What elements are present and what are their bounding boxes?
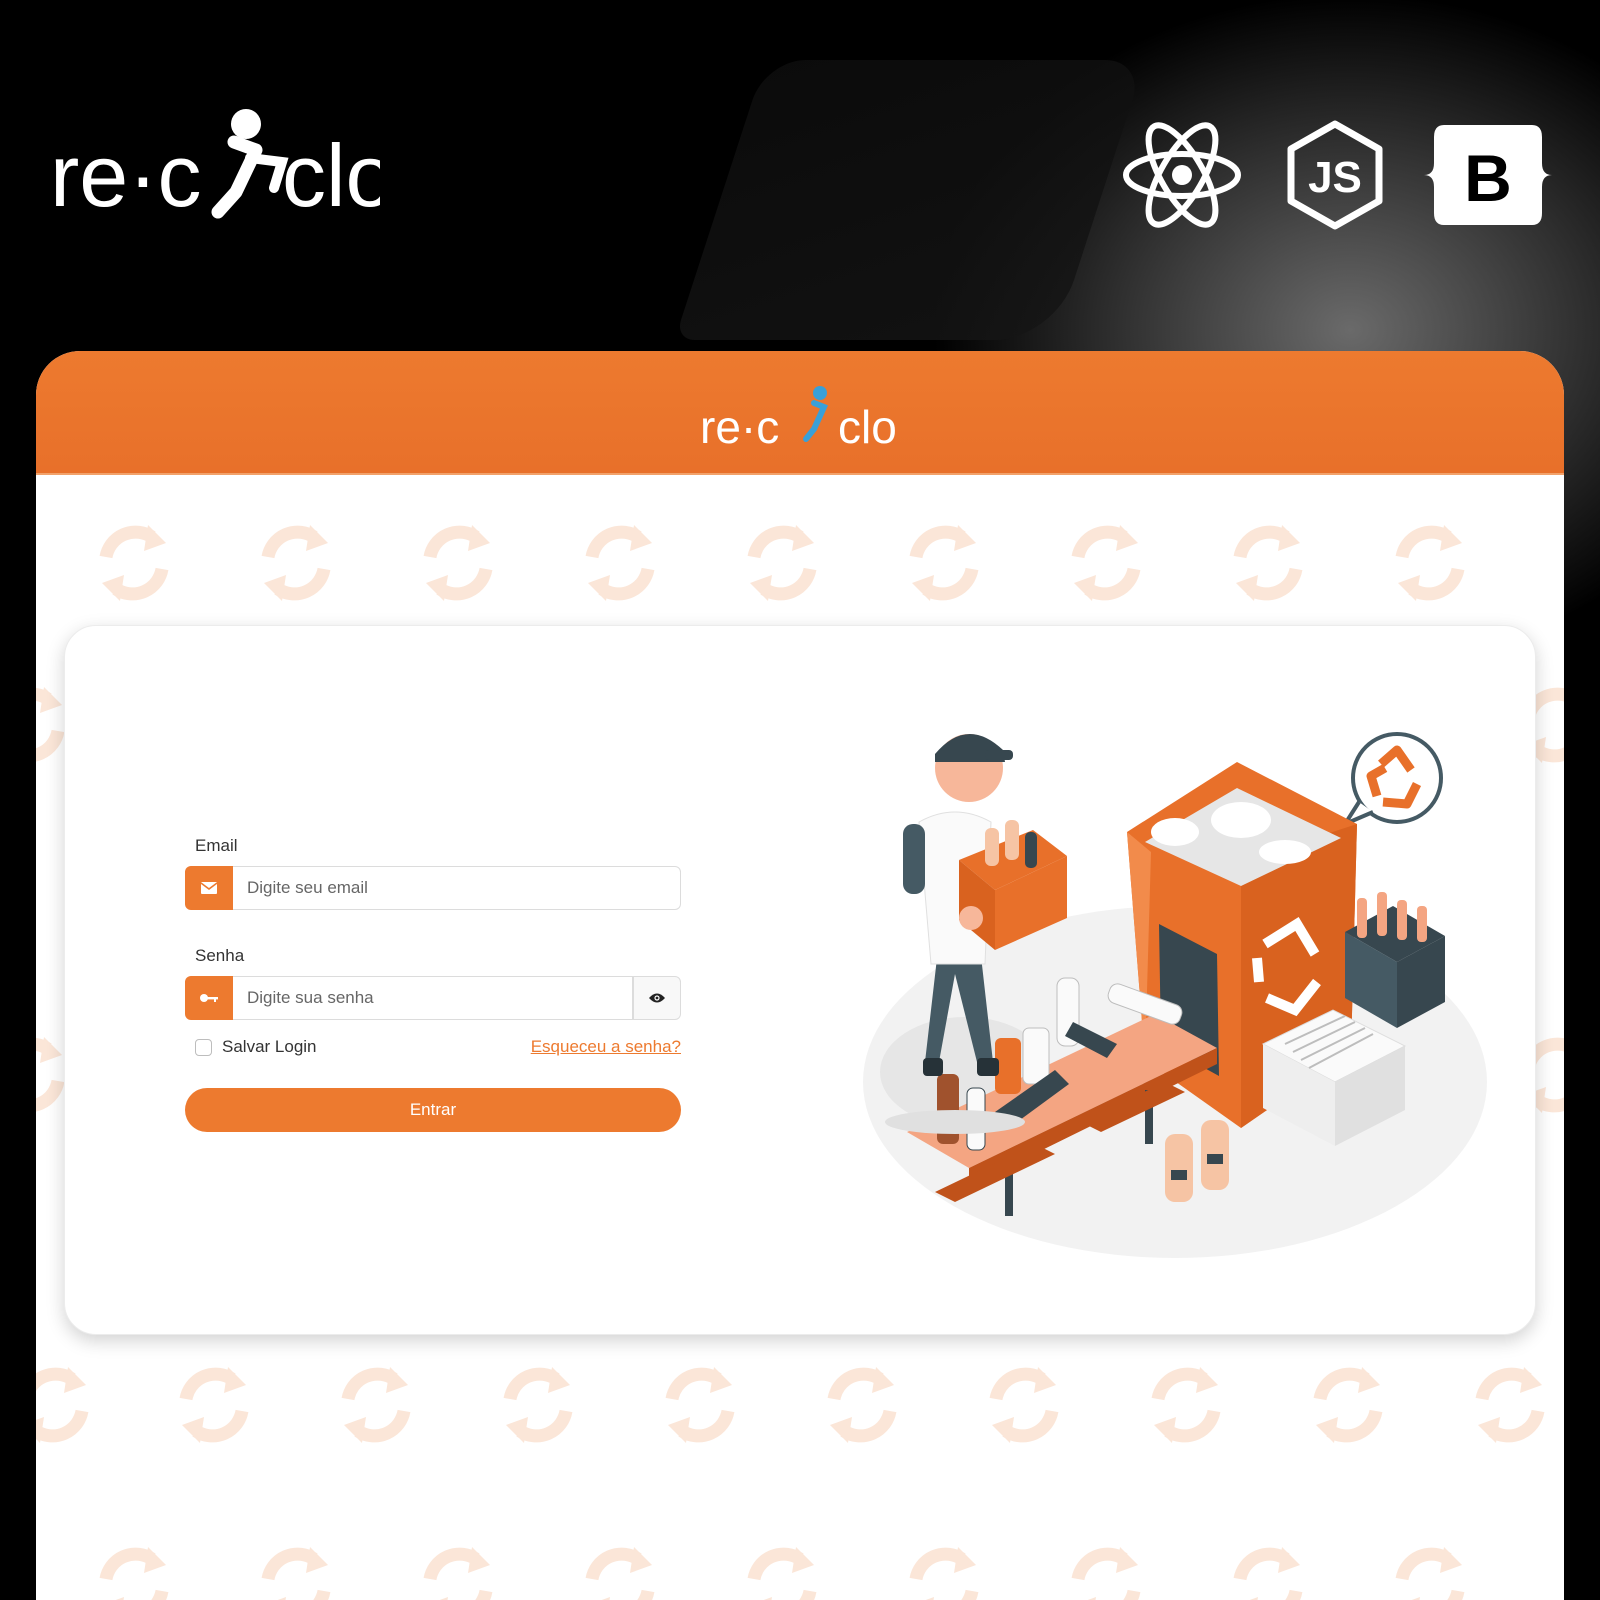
recycle-bubble-icon (1343, 732, 1443, 826)
cyclist-body (211, 135, 263, 219)
remember-row: Salvar Login Esqueceu a senha? (185, 1032, 681, 1062)
password-input-group (185, 976, 681, 1020)
remember-checkbox[interactable] (195, 1038, 212, 1056)
top-brand-logo: re·c clo (50, 109, 380, 225)
top-logo-prefix: re·c (50, 126, 202, 225)
envelope-icon (185, 866, 233, 910)
svg-text:B: B (1464, 141, 1512, 215)
top-logo-suffix: clo (282, 126, 380, 225)
cyclist-leg (245, 153, 289, 193)
login-form: Email Senha Salvar Login Esqueceu a senh… (185, 836, 681, 1132)
key-icon (185, 976, 233, 1020)
forgot-password-link[interactable]: Esqueceu a senha? (531, 1037, 681, 1057)
app-header: re·c clo (36, 351, 1564, 475)
remember-label: Salvar Login (222, 1037, 317, 1056)
login-button[interactable]: Entrar (185, 1088, 681, 1132)
svg-text:JS: JS (1308, 153, 1362, 202)
password-input[interactable] (233, 976, 633, 1020)
password-label: Senha (195, 946, 245, 965)
login-card: Email Senha Salvar Login Esqueceu a senh… (64, 625, 1536, 1335)
react-icon (1123, 122, 1241, 228)
header-logo: re·c clo (700, 386, 897, 453)
eye-icon[interactable] (633, 976, 681, 1020)
email-label: Email (195, 836, 238, 855)
email-input[interactable] (233, 866, 681, 910)
recycling-illustration (863, 732, 1487, 1258)
bootstrap-icon: B (1424, 125, 1552, 225)
svg-text:clo: clo (838, 401, 897, 453)
svg-text:re·c: re·c (700, 401, 779, 453)
email-input-group (185, 866, 681, 910)
remember-wrapper: Salvar Login (195, 1037, 317, 1057)
cyclist-head (231, 109, 261, 139)
nodejs-icon: JS (1287, 120, 1383, 230)
